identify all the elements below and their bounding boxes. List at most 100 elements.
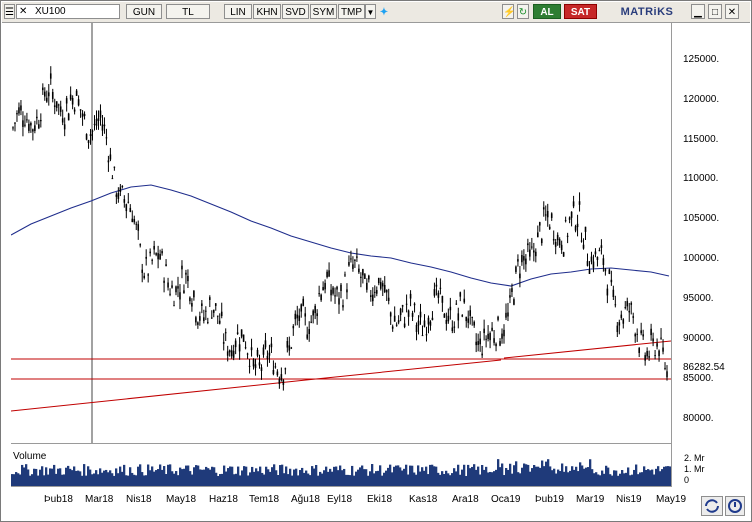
volume-bar bbox=[407, 474, 410, 486]
candle-body bbox=[179, 292, 181, 300]
candle-body bbox=[320, 294, 322, 301]
candle-body bbox=[310, 321, 312, 323]
candle-body bbox=[519, 273, 521, 279]
candle-body bbox=[45, 97, 48, 102]
volume-bar bbox=[585, 467, 588, 486]
volume-bar bbox=[359, 467, 362, 486]
volume-bar bbox=[667, 466, 670, 486]
candle-body bbox=[650, 328, 652, 336]
volume-bar bbox=[143, 475, 146, 486]
candle-body bbox=[167, 282, 169, 288]
candle-body bbox=[89, 134, 92, 136]
maximize-icon[interactable]: □ bbox=[708, 4, 722, 19]
candle-body bbox=[451, 327, 454, 332]
candle-body bbox=[586, 261, 589, 266]
candle-body bbox=[326, 271, 328, 278]
candle-body bbox=[73, 109, 76, 112]
volume-bar bbox=[613, 470, 616, 486]
volume-bar bbox=[373, 473, 376, 486]
currency-button[interactable]: TL bbox=[166, 4, 210, 19]
buy-button[interactable]: AL bbox=[533, 4, 561, 19]
candle-body bbox=[101, 124, 104, 131]
moving-average-line bbox=[11, 184, 670, 287]
minimize-icon[interactable]: ▁ bbox=[691, 4, 705, 19]
volume-bar bbox=[411, 465, 414, 486]
volume-bar bbox=[599, 475, 602, 486]
help-icon[interactable] bbox=[725, 496, 745, 516]
candle-body bbox=[352, 264, 354, 269]
volume-bar bbox=[631, 474, 634, 486]
candle-body bbox=[197, 322, 199, 325]
volume-bar bbox=[493, 471, 496, 486]
volume-chart[interactable] bbox=[11, 444, 672, 487]
volume-bar bbox=[75, 470, 78, 486]
volume-bar bbox=[197, 465, 200, 486]
menu-icon[interactable]: ☰ bbox=[4, 4, 15, 19]
volume-bar bbox=[547, 459, 550, 486]
lightning-icon[interactable]: ⚡ bbox=[502, 4, 515, 19]
candle-body bbox=[135, 223, 138, 225]
volume-bar bbox=[105, 469, 108, 486]
volume-bar bbox=[651, 469, 654, 486]
volume-bar bbox=[37, 475, 40, 486]
dropdown-arrow-icon[interactable]: ▼ bbox=[365, 4, 376, 19]
x-tick-label: Kas18 bbox=[409, 494, 438, 505]
refresh-icon[interactable]: ↻ bbox=[517, 4, 529, 19]
close-x-icon[interactable]: ✕ bbox=[19, 5, 27, 19]
symbol-input[interactable]: ✕ XU100 bbox=[16, 4, 120, 19]
candle-body bbox=[232, 350, 235, 358]
volume-bar bbox=[61, 474, 64, 486]
twitter-icon[interactable]: ✦ bbox=[377, 4, 391, 19]
candle-body bbox=[489, 333, 491, 341]
volume-bar bbox=[333, 466, 336, 486]
volume-bar bbox=[669, 466, 671, 486]
candle-body bbox=[143, 275, 145, 278]
candle-body bbox=[568, 217, 571, 220]
x-tick-label: Mar19 bbox=[576, 494, 605, 505]
sync-icon[interactable] bbox=[701, 496, 723, 516]
scale-svd-button[interactable]: SVD bbox=[282, 4, 309, 19]
candle-body bbox=[169, 293, 171, 295]
volume-bar bbox=[601, 470, 604, 486]
volume-bar bbox=[437, 472, 440, 486]
candle-body bbox=[61, 118, 64, 123]
x-tick-label: May18 bbox=[166, 494, 197, 505]
volume-bar bbox=[665, 466, 668, 486]
close-icon[interactable]: ✕ bbox=[725, 4, 739, 19]
candle-body bbox=[479, 338, 481, 345]
candle-body bbox=[356, 256, 358, 258]
price-chart[interactable] bbox=[11, 23, 672, 444]
candle-body bbox=[220, 311, 223, 317]
candle-body bbox=[165, 264, 167, 266]
volume-bar bbox=[473, 464, 476, 486]
candle-body bbox=[159, 253, 161, 260]
volume-bar bbox=[363, 469, 366, 486]
scale-lin-button[interactable]: LIN bbox=[224, 4, 252, 19]
candle-body bbox=[614, 304, 617, 306]
volume-bar bbox=[409, 465, 412, 486]
scale-tmp-button[interactable]: TMP bbox=[338, 4, 365, 19]
volume-bar bbox=[331, 471, 334, 486]
sell-button[interactable]: SAT bbox=[564, 4, 597, 19]
volume-bar bbox=[541, 460, 544, 486]
candle-body bbox=[103, 124, 106, 127]
volume-bar bbox=[35, 468, 38, 486]
volume-bar bbox=[133, 474, 136, 486]
candle-body bbox=[429, 321, 432, 326]
scale-sym-button[interactable]: SYM bbox=[310, 4, 337, 19]
volume-bar bbox=[561, 463, 564, 486]
x-tick-label: Ara18 bbox=[452, 494, 479, 505]
candle-body bbox=[218, 320, 221, 324]
volume-bar bbox=[219, 474, 222, 486]
candle-body bbox=[499, 341, 501, 346]
candle-body bbox=[183, 290, 185, 294]
period-button[interactable]: GUN bbox=[126, 4, 162, 19]
candle-body bbox=[572, 201, 575, 207]
candle-body bbox=[588, 269, 591, 274]
candle-body bbox=[111, 178, 114, 180]
volume-bar bbox=[51, 468, 54, 486]
candle-body bbox=[393, 315, 396, 322]
scale-khn-button[interactable]: KHN bbox=[253, 4, 281, 19]
volume-bar bbox=[239, 475, 242, 486]
candle-body bbox=[354, 259, 356, 261]
